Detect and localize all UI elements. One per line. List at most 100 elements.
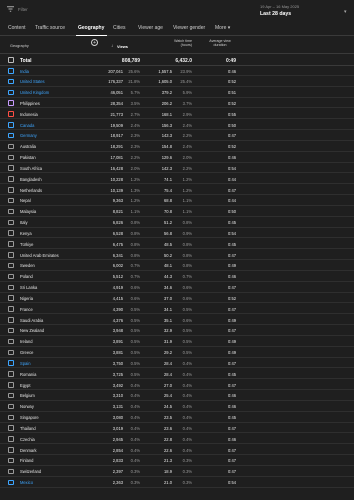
row-checkbox[interactable] bbox=[8, 457, 14, 464]
country-name[interactable]: Belgium bbox=[20, 393, 35, 398]
country-name[interactable]: Nigeria bbox=[20, 296, 33, 301]
table-row[interactable]: France 4,390 0.5% 34.1 0.5% 0:47 bbox=[0, 304, 354, 315]
table-row[interactable]: United States 176,337 21.8% 1,605.0 25.4% 0:5… bbox=[0, 77, 354, 87]
country-name[interactable]: Ireland bbox=[20, 339, 33, 344]
table-row[interactable]: Bangladesh 10,228 1.2% 74.1 1.2% 0:44 bbox=[0, 174, 354, 185]
country-name[interactable]: Kenya bbox=[20, 231, 32, 236]
table-row[interactable]: Spain 3,750 0.5% 28.4 0.4% 0:47 bbox=[0, 358, 354, 369]
table-row[interactable]: Pakistan 17,081 2.2% 129.6 2.0% 0:46 bbox=[0, 153, 354, 163]
table-row[interactable]: Türkiye 6,475 0.8% 48.5 0.8% 0:45 bbox=[0, 239, 354, 250]
table-row[interactable]: Finland 2,833 0.4% 21.3 0.3% 0:47 bbox=[0, 456, 354, 466]
column-header-average-view-duration[interactable]: Average view duration bbox=[200, 39, 240, 48]
row-checkbox[interactable] bbox=[8, 327, 14, 334]
row-checkbox[interactable] bbox=[8, 392, 14, 399]
row-checkbox[interactable] bbox=[8, 403, 14, 410]
country-name[interactable]: United States bbox=[20, 79, 45, 84]
row-checkbox[interactable] bbox=[8, 111, 14, 117]
country-name[interactable]: Canada bbox=[20, 123, 34, 128]
add-metric-icon[interactable]: + bbox=[91, 39, 98, 46]
row-checkbox[interactable] bbox=[8, 360, 14, 366]
row-checkbox[interactable] bbox=[8, 197, 14, 204]
table-row[interactable]: Singapore 3,080 0.4% 23.5 0.4% 0:45 bbox=[0, 413, 354, 423]
country-name[interactable]: Greece bbox=[20, 350, 33, 355]
table-row[interactable]: Canada 19,509 2.4% 156.3 2.4% 0:50 bbox=[0, 120, 354, 131]
row-checkbox[interactable] bbox=[8, 262, 14, 269]
country-name[interactable]: South Africa bbox=[20, 166, 42, 171]
tab-traffic-source[interactable]: Traffic source bbox=[35, 25, 65, 31]
country-name[interactable]: France bbox=[20, 307, 33, 312]
table-row[interactable]: Switzerland 2,397 0.3% 18.9 0.3% 0:47 bbox=[0, 467, 354, 477]
country-name[interactable]: Malaysia bbox=[20, 209, 36, 214]
table-row[interactable]: South Africa 16,428 2.0% 142.3 2.2% 0:54 bbox=[0, 163, 354, 174]
country-name[interactable]: Norway bbox=[20, 404, 34, 409]
filter-icon[interactable] bbox=[7, 6, 14, 12]
country-name[interactable]: Türkiye bbox=[20, 242, 33, 247]
row-checkbox[interactable] bbox=[8, 447, 14, 453]
row-checkbox[interactable] bbox=[8, 154, 14, 161]
row-checkbox[interactable] bbox=[8, 317, 14, 323]
row-checkbox[interactable] bbox=[8, 219, 14, 226]
tab-viewer-gender[interactable]: Viewer gender bbox=[173, 25, 205, 31]
table-row[interactable]: Poland 5,512 0.7% 44.3 0.7% 0:46 bbox=[0, 272, 354, 282]
country-name[interactable]: Germany bbox=[20, 133, 37, 138]
row-checkbox[interactable] bbox=[8, 273, 14, 280]
row-checkbox[interactable] bbox=[8, 468, 14, 475]
column-header-views[interactable]: Views bbox=[117, 44, 128, 49]
country-name[interactable]: India bbox=[20, 69, 29, 74]
row-checkbox[interactable] bbox=[8, 176, 14, 182]
table-row[interactable]: Australia 18,291 2.3% 154.8 2.4% 0:52 bbox=[0, 142, 354, 152]
tab-cities[interactable]: Cities bbox=[113, 25, 126, 31]
table-row[interactable]: Greece 3,881 0.5% 29.2 0.5% 0:49 bbox=[0, 348, 354, 358]
row-checkbox[interactable] bbox=[8, 479, 14, 486]
country-name[interactable]: United Kingdom bbox=[20, 90, 49, 95]
row-checkbox[interactable] bbox=[8, 338, 14, 345]
row-checkbox[interactable] bbox=[8, 436, 14, 442]
row-checkbox[interactable] bbox=[8, 208, 14, 215]
row-checkbox[interactable] bbox=[8, 382, 14, 388]
table-row[interactable]: United Arab Emirates 6,341 0.8% 50.2 0.8% 0:4… bbox=[0, 250, 354, 261]
tab-content[interactable]: Content bbox=[8, 25, 26, 31]
row-checkbox[interactable] bbox=[8, 252, 14, 258]
column-header-watch-time[interactable]: Watch time (hours) bbox=[160, 39, 192, 48]
table-row[interactable]: India 207,041 25.6% 1,557.5 23.9% 0:46 bbox=[0, 66, 354, 76]
filter-input[interactable]: Filter bbox=[18, 7, 28, 12]
country-name[interactable]: Sri Lanka bbox=[20, 285, 37, 290]
country-name[interactable]: Pakistan bbox=[20, 155, 36, 160]
table-row[interactable]: Romania 3,725 0.5% 28.4 0.4% 0:45 bbox=[0, 369, 354, 380]
country-name[interactable]: Nepal bbox=[20, 198, 31, 203]
table-row[interactable]: Nepal 9,363 1.2% 68.8 1.1% 0:44 bbox=[0, 196, 354, 206]
country-name[interactable]: United Arab Emirates bbox=[20, 253, 59, 258]
row-checkbox[interactable] bbox=[8, 425, 14, 431]
country-name[interactable]: Egypt bbox=[20, 383, 30, 388]
country-name[interactable]: Italy bbox=[20, 220, 28, 225]
row-checkbox[interactable] bbox=[8, 230, 14, 236]
country-name[interactable]: Indonesia bbox=[20, 112, 38, 117]
country-name[interactable]: Romania bbox=[20, 372, 36, 377]
row-checkbox[interactable] bbox=[8, 143, 14, 150]
country-name[interactable]: Australia bbox=[20, 144, 36, 149]
country-name[interactable]: Poland bbox=[20, 274, 33, 279]
row-checkbox[interactable] bbox=[8, 89, 14, 96]
column-header-geography[interactable]: Geography bbox=[10, 44, 29, 48]
country-name[interactable]: Netherlands bbox=[20, 188, 42, 193]
tab-geography[interactable]: Geography bbox=[78, 25, 104, 31]
country-name[interactable]: Bangladesh bbox=[20, 177, 42, 182]
table-row[interactable]: New Zealand 3,948 0.5% 32.9 0.5% 0:47 bbox=[0, 326, 354, 336]
sort-desc-icon[interactable]: ↓ bbox=[111, 43, 113, 48]
table-row[interactable]: Denmark 2,854 0.4% 22.6 0.4% 0:47 bbox=[0, 445, 354, 456]
row-checkbox[interactable] bbox=[8, 295, 14, 301]
tab-more[interactable]: More ▾ bbox=[215, 25, 230, 31]
row-checkbox[interactable] bbox=[8, 349, 14, 356]
row-checkbox[interactable] bbox=[8, 284, 14, 291]
country-name[interactable]: Switzerland bbox=[20, 469, 41, 474]
table-row[interactable]: Ireland 3,891 0.5% 31.9 0.5% 0:49 bbox=[0, 337, 354, 347]
row-checkbox[interactable] bbox=[8, 306, 14, 312]
country-name[interactable]: Czechia bbox=[20, 437, 35, 442]
country-name[interactable]: Philippines bbox=[20, 101, 40, 106]
table-row[interactable]: Malaysia 8,821 1.1% 70.8 1.1% 0:50 bbox=[0, 207, 354, 217]
table-row[interactable]: Germany 18,917 2.3% 143.3 2.2% 0:47 bbox=[0, 131, 354, 141]
table-row[interactable]: United Kingdom 46,051 5.7% 379.2 5.9% 0:51 bbox=[0, 88, 354, 98]
date-range-picker[interactable]: 19 Apr – 16 May 2025 Last 28 days ▾ bbox=[260, 4, 347, 17]
table-row[interactable]: Thailand 3,019 0.4% 23.6 0.4% 0:47 bbox=[0, 423, 354, 434]
table-row[interactable]: Nigeria 4,415 0.6% 37.0 0.6% 0:52 bbox=[0, 293, 354, 304]
